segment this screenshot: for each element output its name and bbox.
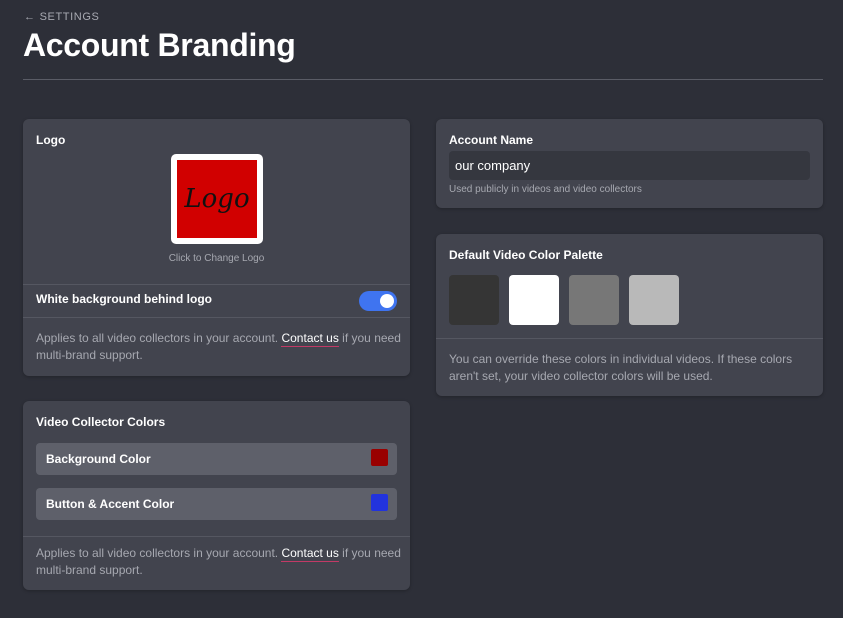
logo-image: Logo xyxy=(177,160,257,238)
divider xyxy=(23,536,410,537)
logo-card: Logo Logo Click to Change Logo White bac… xyxy=(23,119,410,376)
logo-upload-button[interactable]: Logo xyxy=(171,154,263,244)
background-color-swatch[interactable] xyxy=(371,449,388,466)
divider xyxy=(436,338,823,339)
back-link-label: SETTINGS xyxy=(39,11,100,23)
palette-help-text: You can override these colors in individ… xyxy=(449,352,793,383)
help-text-prefix: Applies to all video collectors in your … xyxy=(36,331,282,345)
arrow-left-icon: ← xyxy=(24,11,36,23)
page-title: Account Branding xyxy=(23,27,296,63)
collector-card-label: Video Collector Colors xyxy=(36,415,166,429)
palette-card-label: Default Video Color Palette xyxy=(449,248,603,262)
contact-us-link[interactable]: Contact us xyxy=(281,546,339,562)
contact-us-link[interactable]: Contact us xyxy=(281,331,339,347)
toggle-knob xyxy=(380,294,394,308)
white-bg-toggle[interactable] xyxy=(359,291,397,311)
accent-color-swatch[interactable] xyxy=(371,494,388,511)
account-name-input[interactable] xyxy=(449,151,810,180)
account-name-label: Account Name xyxy=(449,133,534,147)
collector-help-text: Applies to all video collectors in your … xyxy=(36,545,401,579)
background-color-label: Background Color xyxy=(46,452,151,466)
account-name-card: Account Name Used publicly in videos and… xyxy=(436,119,823,208)
accent-color-label: Button & Accent Color xyxy=(46,497,175,511)
background-color-row[interactable]: Background Color xyxy=(36,443,397,475)
title-divider xyxy=(23,79,823,80)
palette-swatch[interactable] xyxy=(629,275,679,325)
account-name-help: Used publicly in videos and video collec… xyxy=(449,184,642,195)
video-collector-colors-card: Video Collector Colors Background Color … xyxy=(23,401,410,590)
palette-swatch[interactable] xyxy=(509,275,559,325)
palette-swatch[interactable] xyxy=(449,275,499,325)
white-bg-toggle-label: White background behind logo xyxy=(36,292,212,306)
accent-color-row[interactable]: Button & Accent Color xyxy=(36,488,397,520)
default-palette-card: Default Video Color Palette You can over… xyxy=(436,234,823,396)
logo-help-text: Applies to all video collectors in your … xyxy=(36,330,401,364)
back-to-settings-link[interactable]: ← SETTINGS xyxy=(24,11,99,23)
change-logo-caption[interactable]: Click to Change Logo xyxy=(23,253,410,264)
palette-swatch[interactable] xyxy=(569,275,619,325)
divider xyxy=(23,317,410,318)
help-text-prefix: Applies to all video collectors in your … xyxy=(36,546,282,560)
account-branding-page: ← SETTINGS Account Branding Logo Logo Cl… xyxy=(0,0,843,618)
divider xyxy=(23,284,410,285)
logo-card-label: Logo xyxy=(36,133,66,147)
